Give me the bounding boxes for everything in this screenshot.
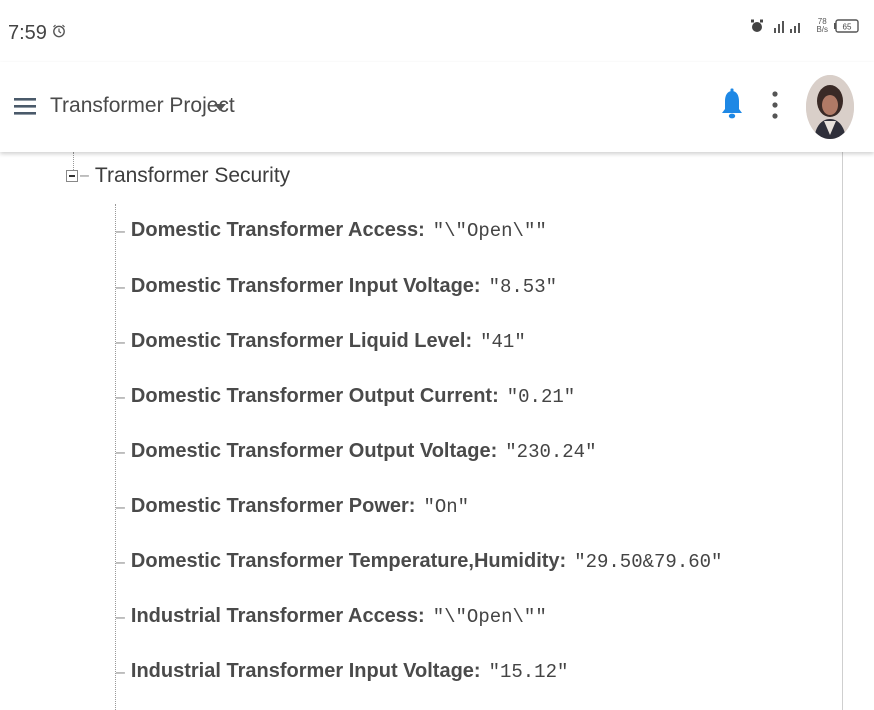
- tree-item[interactable]: – Domestic Transformer Power: "On": [116, 495, 469, 518]
- status-bar: 7:59 78 B/s 65: [0, 0, 874, 62]
- signal-icon: [774, 21, 801, 33]
- collapse-toggle-icon[interactable]: [66, 170, 78, 182]
- tree-dash: –: [116, 389, 125, 406]
- tree-dash: –: [116, 609, 125, 626]
- item-value: "\"Open\"": [432, 606, 547, 628]
- tree-dash: –: [116, 664, 125, 681]
- tree-root-node[interactable]: – Transformer Security: [66, 164, 290, 188]
- alarm-clock-icon: [53, 24, 65, 38]
- tree-dash: –: [116, 554, 125, 571]
- item-value: "8.53": [488, 276, 558, 298]
- item-value: "\"Open\"": [432, 220, 547, 242]
- hamburger-menu-icon[interactable]: [14, 96, 38, 116]
- avatar[interactable]: [806, 75, 854, 139]
- item-key: Domestic Transformer Temperature,Humidit…: [130, 550, 567, 572]
- battery-level: 65: [843, 23, 852, 32]
- item-key: Domestic Transformer Input Voltage:: [130, 275, 481, 297]
- tree-item[interactable]: – Domestic Transformer Input Voltage: "8…: [116, 275, 557, 298]
- item-key: Domestic Transformer Power:: [130, 495, 416, 517]
- tree-item[interactable]: – Industrial Transformer Input Voltage: …: [116, 660, 568, 683]
- item-value: "0.21": [506, 386, 576, 408]
- item-key: Domestic Transformer Output Voltage:: [130, 440, 498, 462]
- item-key: Industrial Transformer Access:: [130, 605, 425, 627]
- scroll-track: [842, 152, 843, 710]
- tree-item[interactable]: – Domestic Transformer Access: "\"Open\"…: [116, 219, 547, 242]
- tree-root-label: Transformer Security: [94, 164, 291, 187]
- speed-unit: B/s: [816, 25, 828, 34]
- item-value: "On": [423, 496, 470, 518]
- tree-item[interactable]: – Domestic Transformer Temperature,Humid…: [116, 550, 722, 573]
- status-time: 7:59: [8, 22, 47, 44]
- tree-item[interactable]: – Industrial Transformer Access: "\"Open…: [116, 605, 547, 628]
- item-key: Domestic Transformer Output Current:: [130, 385, 499, 407]
- network-speed: 78 B/s: [816, 18, 828, 34]
- user-avatar-icon: [806, 75, 854, 139]
- bell-icon[interactable]: [720, 88, 744, 120]
- app-bar: Transformer Project: [0, 62, 874, 152]
- item-key: Industrial Transformer Input Voltage:: [130, 660, 481, 682]
- more-vertical-icon[interactable]: [770, 90, 780, 120]
- tree-item[interactable]: – Domestic Transformer Liquid Level: "41…: [116, 330, 526, 353]
- tree-view: – Transformer Security – Domestic Transf…: [0, 152, 874, 710]
- caret-down-icon[interactable]: [214, 104, 226, 112]
- tree-dash: –: [80, 167, 89, 184]
- tree-dash: –: [116, 499, 125, 516]
- status-icons: 78 B/s 65: [750, 18, 860, 34]
- tree-dash: –: [116, 279, 125, 296]
- item-key: Domestic Transformer Liquid Level:: [130, 330, 473, 352]
- item-key: Domestic Transformer Access:: [130, 219, 425, 241]
- battery-icon: 65: [834, 19, 859, 33]
- tree-dash: –: [116, 223, 125, 240]
- alarm-status-icon: [751, 19, 764, 32]
- tree-item[interactable]: – Domestic Transformer Output Voltage: "…: [116, 440, 596, 463]
- item-value: "29.50&79.60": [574, 551, 723, 573]
- item-value: "15.12": [488, 661, 569, 683]
- tree-item[interactable]: – Domestic Transformer Output Current: "…: [116, 385, 575, 408]
- tree-dash: –: [116, 444, 125, 461]
- project-title[interactable]: Transformer Project: [50, 94, 235, 118]
- item-value: "41": [480, 331, 526, 353]
- item-value: "230.24": [505, 441, 597, 463]
- tree-dash: –: [116, 334, 125, 351]
